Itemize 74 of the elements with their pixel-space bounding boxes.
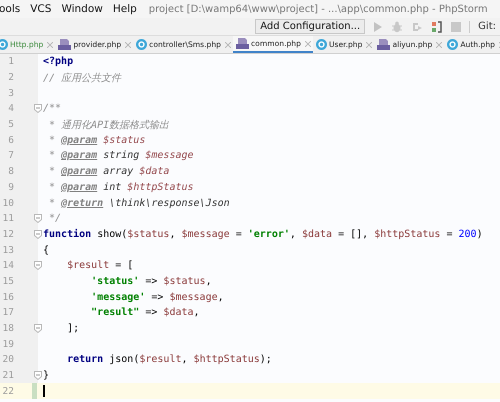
php-file-icon	[236, 38, 249, 49]
menu-item[interactable]: Help	[112, 3, 137, 15]
line-number: 6	[7, 134, 14, 146]
class-file-icon	[0, 39, 8, 50]
php-file-icon	[58, 39, 72, 50]
code-line: * @param int $httpStatus	[48, 182, 194, 193]
code-line: 'status' => $status,	[90, 276, 212, 287]
code-line: {	[43, 244, 50, 256]
line-number: 14	[2, 260, 14, 272]
line-number: 18	[2, 323, 14, 334]
menu-item[interactable]: VCS	[30, 3, 52, 15]
line-number: 1	[7, 56, 14, 68]
line-number: 3	[7, 88, 14, 99]
close-icon[interactable]	[366, 42, 372, 48]
close-icon[interactable]	[304, 40, 311, 46]
class-file-icon	[316, 39, 327, 50]
fold-marker-icon[interactable]	[34, 214, 42, 223]
code-line: * @return \think\response\Json	[48, 198, 230, 209]
close-icon[interactable]	[47, 42, 54, 48]
menu-item[interactable]: Window	[61, 3, 103, 15]
code-line: /**	[43, 103, 62, 114]
change-marker	[32, 383, 37, 400]
profiler-icon[interactable]	[431, 20, 444, 32]
fold-marker-icon[interactable]	[34, 370, 42, 380]
line-number: 15	[2, 276, 14, 287]
code-line: * @param $status	[48, 134, 146, 146]
code-line: $result = [	[66, 260, 134, 272]
line-number: 12	[2, 228, 14, 240]
code-line: * 通用化API数据格式输出	[48, 118, 170, 132]
code-line: 'message' => $message,	[90, 292, 224, 303]
line-number: 21	[2, 370, 14, 382]
php-file-icon	[377, 39, 390, 50]
fold-marker-icon[interactable]	[34, 260, 42, 270]
add-configuration-button[interactable]: Add Configuration...	[255, 19, 366, 34]
close-icon[interactable]	[436, 42, 442, 48]
text-caret	[43, 385, 44, 398]
vcs-label: Git:	[478, 21, 496, 32]
line-number: 16	[2, 292, 14, 303]
class-file-icon	[136, 39, 148, 50]
line-number: 5	[7, 119, 14, 130]
line-number: 17	[2, 307, 14, 318]
code-line: return json($result, $httpStatus);	[66, 354, 272, 366]
code-line: * @param string $message	[48, 150, 194, 162]
class-file-icon	[447, 39, 458, 50]
line-number: 8	[7, 166, 14, 178]
code-line: */	[48, 213, 62, 224]
code-line: "result" => $data,	[90, 307, 200, 318]
code-line: <?php	[43, 56, 74, 68]
line-number: 19	[2, 338, 14, 350]
stop-icon[interactable]	[451, 22, 462, 32]
fold-marker-icon[interactable]	[34, 230, 42, 239]
code-line: }	[43, 370, 50, 382]
line-number: 22	[2, 386, 14, 397]
close-icon[interactable]	[225, 42, 231, 48]
coverage-icon[interactable]	[411, 20, 424, 32]
code-line: function show($status, $message = 'error', $data = [], $httpStatus = 200)	[43, 228, 483, 240]
code-line: ];	[66, 323, 80, 334]
close-icon[interactable]	[125, 42, 132, 48]
code-editor[interactable]	[0, 54, 500, 402]
fold-marker-icon[interactable]	[34, 324, 42, 333]
line-number: 10	[2, 198, 14, 209]
code-line: * @param array $data	[48, 166, 170, 178]
line-number: 11	[2, 213, 14, 224]
line-number: 4	[7, 103, 14, 114]
line-number: 2	[7, 72, 14, 84]
window-title: project [D:\wamp64\www\project] - ...\app\common.php - PhpStorm	[148, 4, 488, 14]
line-number: 9	[7, 182, 14, 193]
fold-marker-icon[interactable]	[34, 104, 42, 114]
line-number: 20	[2, 354, 14, 366]
bug-icon[interactable]	[391, 20, 404, 32]
line-number: 7	[7, 150, 14, 162]
line-number: 13	[2, 244, 14, 256]
run-icon[interactable]	[373, 20, 384, 32]
code-line: // 应用公共文件	[43, 72, 122, 85]
